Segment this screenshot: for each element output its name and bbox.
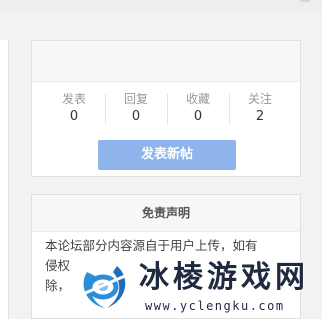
- left-panel-edge: [0, 40, 9, 319]
- stat-label: 关注: [247, 92, 272, 106]
- stat-value: 0: [131, 109, 141, 124]
- stat-following[interactable]: 关注 2: [229, 91, 291, 131]
- stat-label: 发表: [61, 92, 86, 106]
- stat-label: 收藏: [185, 92, 210, 106]
- top-strip: [0, 0, 322, 12]
- user-stats-card: 发表 0 回复 0 收藏 0 关注 2 发表新帖: [31, 40, 301, 177]
- stat-value: 0: [193, 109, 203, 124]
- stat-value: 2: [255, 109, 265, 124]
- stat-favorites[interactable]: 收藏 0: [167, 91, 229, 131]
- watermark-title: 冰棱游戏网: [139, 260, 309, 295]
- disclaimer-line: 本论坛部分内容源自于用户上传，如有: [45, 238, 258, 253]
- watermark-logo-icon: [79, 262, 127, 310]
- stat-posts[interactable]: 发表 0: [43, 91, 105, 131]
- stat-value: 0: [69, 109, 79, 124]
- stat-label: 回复: [123, 92, 148, 106]
- watermark-url: www.yclengku.com: [145, 299, 285, 313]
- disclaimer-title: 免责声明: [32, 195, 300, 232]
- new-post-button[interactable]: 发表新帖: [98, 140, 236, 170]
- corner-mark: [300, 0, 310, 2]
- watermark-overlay: 冰棱游戏网 www.yclengku.com: [73, 254, 322, 319]
- stat-replies[interactable]: 回复 0: [105, 91, 167, 131]
- card-header: [32, 41, 300, 82]
- stats-row: 发表 0 回复 0 收藏 0 关注 2: [43, 91, 291, 131]
